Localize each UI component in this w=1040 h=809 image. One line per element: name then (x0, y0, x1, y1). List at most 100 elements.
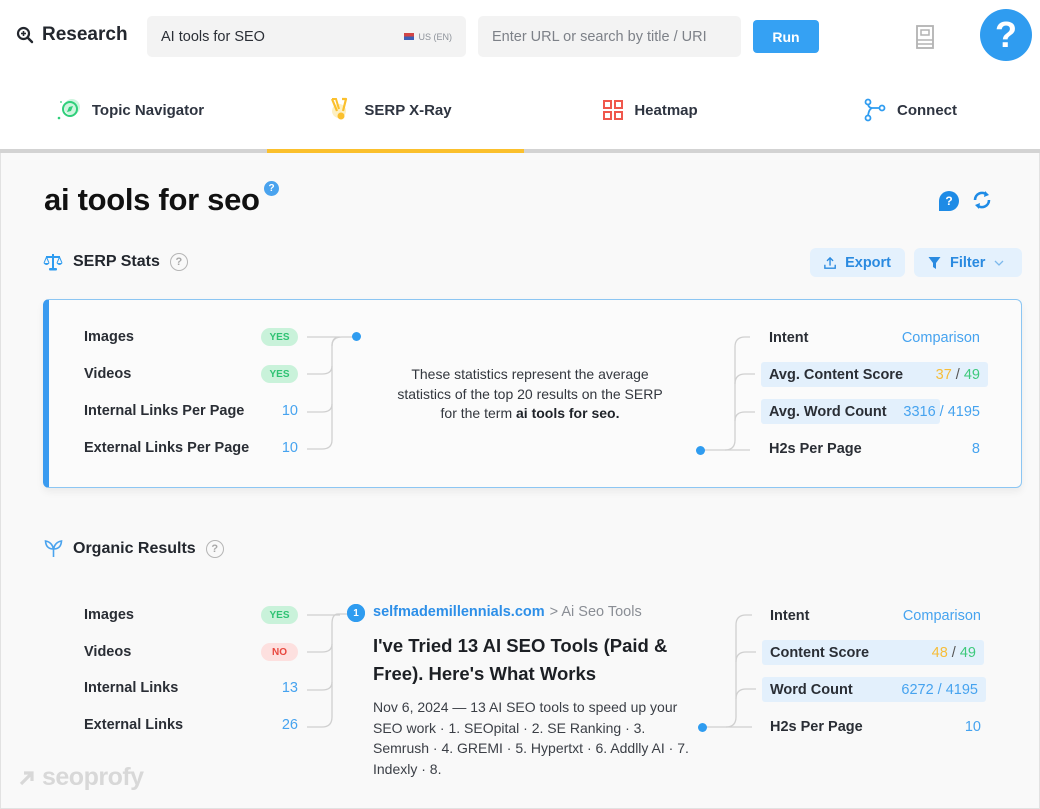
stat-label: Images (84, 607, 134, 623)
result-snippet: Nov 6, 2024 — 13 AI SEO tools to speed u… (373, 699, 689, 777)
tabs-underline (0, 149, 1040, 153)
stat-value: 10 (281, 440, 298, 456)
stat-row-images: Images YES (84, 328, 298, 346)
result-breadcrumb: > Ai Seo Tools (549, 604, 642, 620)
stat-label: External Links Per Page (84, 440, 250, 456)
result-title[interactable]: I've Tried 13 AI SEO Tools (Paid & Free)… (373, 632, 693, 688)
stat-label: External Links (84, 717, 184, 733)
stat-row-word-count: Avg. Word Count 3316 / 4195 (761, 399, 988, 424)
tab-connect[interactable]: Connect (780, 90, 1040, 150)
result-domain[interactable]: selfmademillennials.com (373, 604, 545, 620)
stats-description: These statistics represent the average s… (390, 365, 670, 424)
result-stat-content-score: Content Score 48 / 49 (762, 640, 984, 665)
score-target: 49 (963, 366, 980, 383)
organic-help-icon[interactable]: ? (205, 539, 224, 558)
connector-dot (696, 446, 705, 455)
score-target: 49 (959, 644, 976, 661)
upload-icon (824, 256, 836, 269)
connector-dot (698, 723, 707, 732)
stat-row-intent: Intent Comparison (761, 325, 988, 350)
stat-row-videos: Videos YES (84, 365, 298, 383)
title-help-icon[interactable]: ? (264, 181, 279, 196)
active-tab-indicator (267, 149, 524, 153)
filter-label: Filter (950, 254, 986, 271)
watermark-text: seoprofy (42, 763, 144, 791)
stat-value: 8 (971, 440, 980, 457)
stat-row-internal-links: Internal Links Per Page 10 (84, 403, 298, 419)
top-bar: Research AI tools for SEO US (EN) Run ? … (0, 0, 1040, 150)
keyword-input[interactable]: AI tools for SEO US (EN) (147, 16, 466, 57)
serp-stats-help-icon[interactable]: ? (169, 253, 188, 271)
stat-label: Intent (770, 607, 810, 624)
run-button[interactable]: Run (753, 20, 819, 53)
arrow-up-right-icon (19, 770, 34, 785)
word-count-value: 6272 / 4195 (901, 681, 978, 698)
scales-icon (43, 254, 63, 271)
tab-serp-xray[interactable]: SERP X-Ray (260, 90, 520, 150)
keyword-value[interactable]: AI tools for SEO (161, 29, 404, 45)
stat-value: 26 (281, 717, 298, 733)
connector-dot (352, 332, 361, 341)
intent-value: Comparison (901, 329, 980, 346)
locale-selector[interactable]: US (EN) (403, 32, 452, 42)
tab-label: Topic Navigator (91, 101, 205, 119)
result-stat-external-links: External Links 26 (84, 717, 298, 733)
stat-label: Avg. Content Score (769, 366, 904, 383)
stat-value: 10 (281, 403, 298, 419)
filter-button[interactable]: Filter (914, 248, 1022, 277)
note-term: ai tools for seo. (516, 405, 620, 421)
xray-icon (331, 97, 348, 120)
url-search-input[interactable] (478, 16, 741, 57)
images-badge: YES (261, 328, 298, 346)
stat-label: Videos (84, 644, 132, 660)
export-button[interactable]: Export (810, 248, 905, 277)
stat-label: Avg. Word Count (769, 403, 887, 420)
score-actual: 48 (931, 644, 948, 661)
help-button[interactable]: ? (980, 9, 1032, 61)
stat-row-content-score: Avg. Content Score 37 / 49 (761, 362, 988, 387)
word-count-value: 3316 / 4195 (903, 403, 980, 420)
result-stat-intent: Intent Comparison (762, 603, 989, 628)
content-score-value: 37 / 49 (935, 366, 980, 383)
word-count-target: 4195 (947, 403, 980, 420)
sprout-icon (44, 540, 63, 557)
zoom-search-icon (16, 26, 34, 44)
tab-label: SERP X-Ray (364, 101, 452, 119)
score-actual: 37 (935, 366, 952, 383)
word-count-target: 4195 (945, 681, 978, 698)
compass-icon (57, 99, 80, 120)
page-title: ai tools for seo (44, 182, 260, 217)
stat-row-h2s: H2s Per Page 8 (761, 436, 988, 461)
chevron-down-icon (994, 260, 1004, 266)
tab-heatmap[interactable]: Heatmap (520, 90, 780, 150)
images-badge: YES (261, 606, 298, 624)
serp-stats-title: SERP Stats (73, 253, 160, 270)
stat-label: Content Score (770, 644, 870, 661)
funnel-icon (928, 256, 941, 269)
stat-label: Word Count (770, 681, 853, 698)
us-flag-icon (403, 33, 414, 40)
stat-label: Internal Links (84, 680, 179, 696)
result-stat-word-count: Word Count 6272 / 4195 (762, 677, 986, 702)
result-stat-images: Images YES (84, 606, 298, 624)
stat-label: H2s Per Page (769, 440, 862, 457)
organic-results-heading: Organic Results ? (44, 539, 224, 558)
result-stat-h2s: H2s Per Page 10 (762, 714, 989, 739)
tab-topic-navigator[interactable]: Topic Navigator (0, 90, 260, 150)
tab-label: Connect (897, 101, 957, 119)
seoprofy-watermark: seoprofy (18, 763, 144, 792)
content-score-value: 48 / 49 (931, 644, 976, 661)
help-bubble-icon[interactable]: ? (939, 191, 959, 211)
word-count-actual: 3316 (903, 403, 936, 420)
refresh-icon[interactable] (971, 189, 993, 211)
stat-label: Intent (769, 329, 809, 346)
result-url[interactable]: selfmademillennials.com > Ai Seo Tools (373, 604, 642, 620)
stat-label: Images (84, 329, 134, 345)
intent-value: Comparison (902, 607, 981, 624)
document-icon[interactable] (916, 25, 934, 49)
nodes-icon (864, 98, 886, 122)
word-count-actual: 6272 (901, 681, 934, 698)
research-brand[interactable]: Research (16, 24, 128, 46)
tool-tabs: Topic Navigator SERP X-Ray Heatmap Conne… (0, 90, 1040, 150)
stat-label: H2s Per Page (770, 718, 863, 735)
